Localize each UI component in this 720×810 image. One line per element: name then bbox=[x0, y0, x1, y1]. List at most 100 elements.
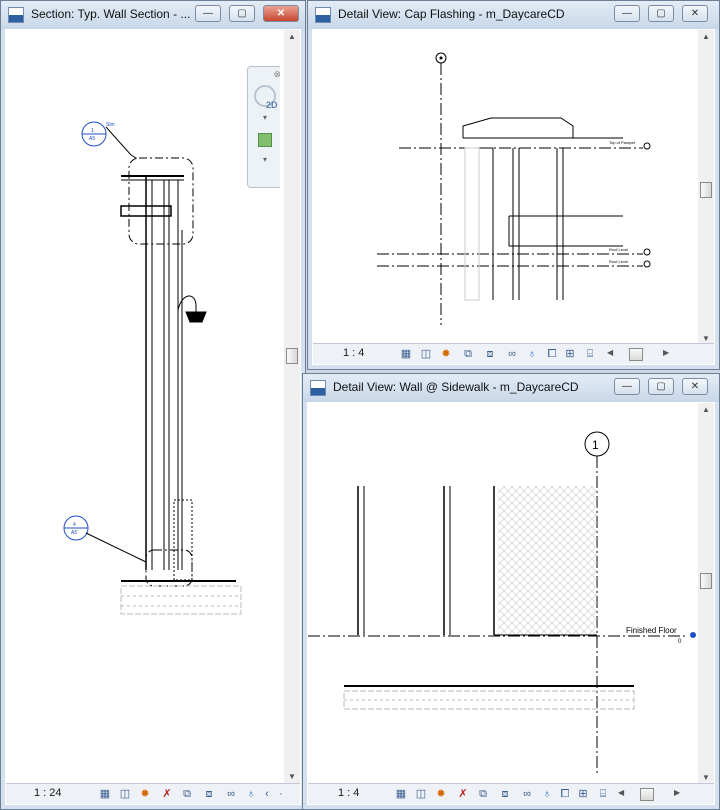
level-label-roof-2: Roof Level bbox=[609, 259, 628, 264]
svg-text:A5: A5 bbox=[71, 530, 77, 536]
scroll-right-icon[interactable]: ▶ bbox=[674, 788, 680, 797]
sidewalk-drawing: 1 Finished Floor 0 bbox=[308, 431, 696, 773]
sidewalk-vertical-scrollbar[interactable]: ▲ ▼ bbox=[698, 403, 714, 785]
close-button[interactable]: ✕ bbox=[263, 5, 299, 22]
grid-bubble-label: 1 bbox=[592, 438, 599, 452]
crop-view-icon[interactable]: ⧉ bbox=[180, 787, 194, 801]
cap-vertical-scrollbar[interactable]: ▲ ▼ bbox=[698, 30, 714, 346]
scroll-thumb[interactable] bbox=[700, 573, 712, 589]
view-scale[interactable]: 1 : 24 bbox=[34, 787, 62, 799]
minimize-button[interactable]: — bbox=[195, 5, 221, 22]
scroll-thumb[interactable] bbox=[286, 348, 298, 364]
minimize-button[interactable]: — bbox=[614, 378, 640, 395]
lightbulb-icon[interactable]: ♁ bbox=[244, 787, 258, 801]
revit-view-icon bbox=[8, 7, 24, 23]
show-crop-icon[interactable]: ⧈ bbox=[498, 787, 512, 801]
scroll-up-icon[interactable]: ▲ bbox=[284, 30, 300, 44]
show-crop-icon[interactable]: ⧈ bbox=[483, 347, 497, 361]
visual-style-icon[interactable]: ◫ bbox=[118, 787, 132, 801]
level-label: Finished Floor bbox=[626, 626, 677, 635]
section-window-title: Section: Typ. Wall Section - ... bbox=[31, 7, 191, 21]
section-titlebar[interactable]: Section: Typ. Wall Section - ... — ▢ ✕ bbox=[1, 1, 305, 29]
crop-view-icon[interactable]: ⧉ bbox=[461, 347, 475, 361]
svg-text:A5: A5 bbox=[89, 136, 95, 142]
level-label-roof-1: Roof Level bbox=[609, 247, 628, 252]
sun-path-icon[interactable]: ✹ bbox=[138, 787, 152, 801]
restore-button[interactable]: ▢ bbox=[648, 378, 674, 395]
level-label-parapet: Top of Parapet bbox=[609, 140, 636, 145]
zoom-dropdown-icon[interactable]: ▾ bbox=[263, 155, 267, 164]
section-drawing: Sim 1 A5 4 A5 bbox=[63, 121, 242, 615]
more-icon[interactable]: ‹ bbox=[260, 787, 274, 801]
revit-view-icon bbox=[310, 380, 326, 396]
temporary-hide-icon[interactable]: ∞ bbox=[224, 787, 238, 801]
section-view-window[interactable]: Section: Typ. Wall Section - ... — ▢ ✕ S… bbox=[0, 0, 306, 810]
lightbulb-icon[interactable]: ♁ bbox=[525, 347, 539, 361]
scroll-thumb[interactable] bbox=[700, 182, 712, 198]
scroll-left-icon[interactable]: ◀ bbox=[607, 348, 613, 357]
scroll-up-icon[interactable]: ▲ bbox=[698, 30, 714, 44]
worksharing-icon[interactable]: ⧠ bbox=[545, 347, 559, 361]
wheel-dropdown-icon[interactable]: ▾ bbox=[263, 113, 267, 122]
cap-flashing-drawing: Top of Parapet Roof Level Roof Level bbox=[377, 52, 651, 325]
more-right-icon[interactable]: · bbox=[274, 787, 288, 801]
revit-view-icon bbox=[315, 7, 331, 23]
close-button[interactable]: ✕ bbox=[682, 5, 708, 22]
cap-flashing-canvas[interactable]: Top of Parapet Roof Level Roof Level bbox=[313, 30, 698, 345]
analysis-icon[interactable]: ⌸ bbox=[583, 347, 597, 361]
horizontal-scrollbar[interactable]: ◀ ▶ bbox=[603, 348, 675, 361]
svg-text:4: 4 bbox=[73, 522, 76, 528]
navbar-2d-label: 2D bbox=[266, 100, 278, 110]
scroll-thumb[interactable] bbox=[640, 788, 654, 801]
sun-path-icon[interactable]: ✹ bbox=[434, 787, 448, 801]
navbar-close-icon[interactable]: ⊗ bbox=[273, 69, 280, 80]
sidewalk-window-title: Detail View: Wall @ Sidewalk - m_Daycare… bbox=[333, 380, 579, 394]
visual-style-icon[interactable]: ◫ bbox=[414, 787, 428, 801]
sidewalk-window[interactable]: Detail View: Wall @ Sidewalk - m_Daycare… bbox=[302, 373, 720, 810]
restore-button[interactable]: ▢ bbox=[648, 5, 674, 22]
sidewalk-canvas[interactable]: 1 Finished Floor 0 bbox=[308, 403, 698, 785]
scroll-left-icon[interactable]: ◀ bbox=[618, 788, 624, 797]
crop-view-icon[interactable]: ⧉ bbox=[476, 787, 490, 801]
callout-region-top bbox=[128, 157, 194, 245]
lightbulb-icon[interactable]: ♁ bbox=[540, 787, 554, 801]
reveal-hidden-icon[interactable]: ⊞ bbox=[576, 787, 590, 801]
sun-path-icon[interactable]: ✹ bbox=[439, 347, 453, 361]
navigation-bar[interactable]: ⊗ 2D ▾ ▾ bbox=[247, 66, 280, 188]
view-scale[interactable]: 1 : 4 bbox=[338, 787, 359, 799]
minimize-button[interactable]: — bbox=[614, 5, 640, 22]
scroll-thumb[interactable] bbox=[629, 348, 643, 361]
restore-button[interactable]: ▢ bbox=[229, 5, 255, 22]
temporary-hide-icon[interactable]: ∞ bbox=[505, 347, 519, 361]
shadows-icon[interactable]: ✗ bbox=[456, 787, 470, 801]
svg-text:1: 1 bbox=[91, 128, 94, 134]
worksharing-icon[interactable]: ⧠ bbox=[558, 787, 572, 801]
cap-flashing-window[interactable]: Detail View: Cap Flashing - m_DaycareCD … bbox=[307, 0, 720, 370]
svg-text:Sim: Sim bbox=[106, 122, 115, 128]
horizontal-scrollbar[interactable]: ◀ ▶ bbox=[614, 788, 686, 801]
detail-level-icon[interactable]: ▦ bbox=[399, 347, 413, 361]
reveal-hidden-icon[interactable]: ⊞ bbox=[563, 347, 577, 361]
detail-level-icon[interactable]: ▦ bbox=[98, 787, 112, 801]
zoom-icon[interactable] bbox=[258, 133, 272, 147]
scroll-right-icon[interactable]: ▶ bbox=[663, 348, 669, 357]
analysis-icon[interactable]: ⌸ bbox=[596, 787, 610, 801]
scroll-up-icon[interactable]: ▲ bbox=[698, 403, 714, 417]
close-button[interactable]: ✕ bbox=[682, 378, 708, 395]
temporary-hide-icon[interactable]: ∞ bbox=[520, 787, 534, 801]
shadows-icon[interactable]: ✗ bbox=[160, 787, 174, 801]
section-vertical-scrollbar[interactable]: ▲ ▼ bbox=[284, 30, 300, 784]
cap-flashing-titlebar[interactable]: Detail View: Cap Flashing - m_DaycareCD … bbox=[308, 1, 719, 29]
level-value: 0 bbox=[678, 639, 682, 645]
view-control-bar: 1 : 4 ▦ ◫ ✹ ⧉ ⧈ ∞ ♁ ⧠ ⊞ ⌸ ◀ ▶ bbox=[313, 343, 714, 364]
view-scale[interactable]: 1 : 4 bbox=[343, 347, 364, 359]
section-canvas[interactable]: Sim 1 A5 4 A5 ⊗ 2D ▾ ▾ bbox=[6, 30, 280, 782]
detail-level-icon[interactable]: ▦ bbox=[394, 787, 408, 801]
sidewalk-titlebar[interactable]: Detail View: Wall @ Sidewalk - m_Daycare… bbox=[303, 374, 719, 402]
scroll-down-icon[interactable]: ▼ bbox=[284, 770, 300, 784]
visual-style-icon[interactable]: ◫ bbox=[419, 347, 433, 361]
show-crop-icon[interactable]: ⧈ bbox=[202, 787, 216, 801]
view-control-bar: 1 : 4 ▦ ◫ ✹ ✗ ⧉ ⧈ ∞ ♁ ⧠ ⊞ ⌸ ◀ ▶ bbox=[308, 783, 714, 804]
view-control-bar: 1 : 24 ▦ ◫ ✹ ✗ ⧉ ⧈ ∞ ♁ ‹ · bbox=[6, 783, 300, 804]
cap-flashing-window-title: Detail View: Cap Flashing - m_DaycareCD bbox=[338, 7, 565, 21]
